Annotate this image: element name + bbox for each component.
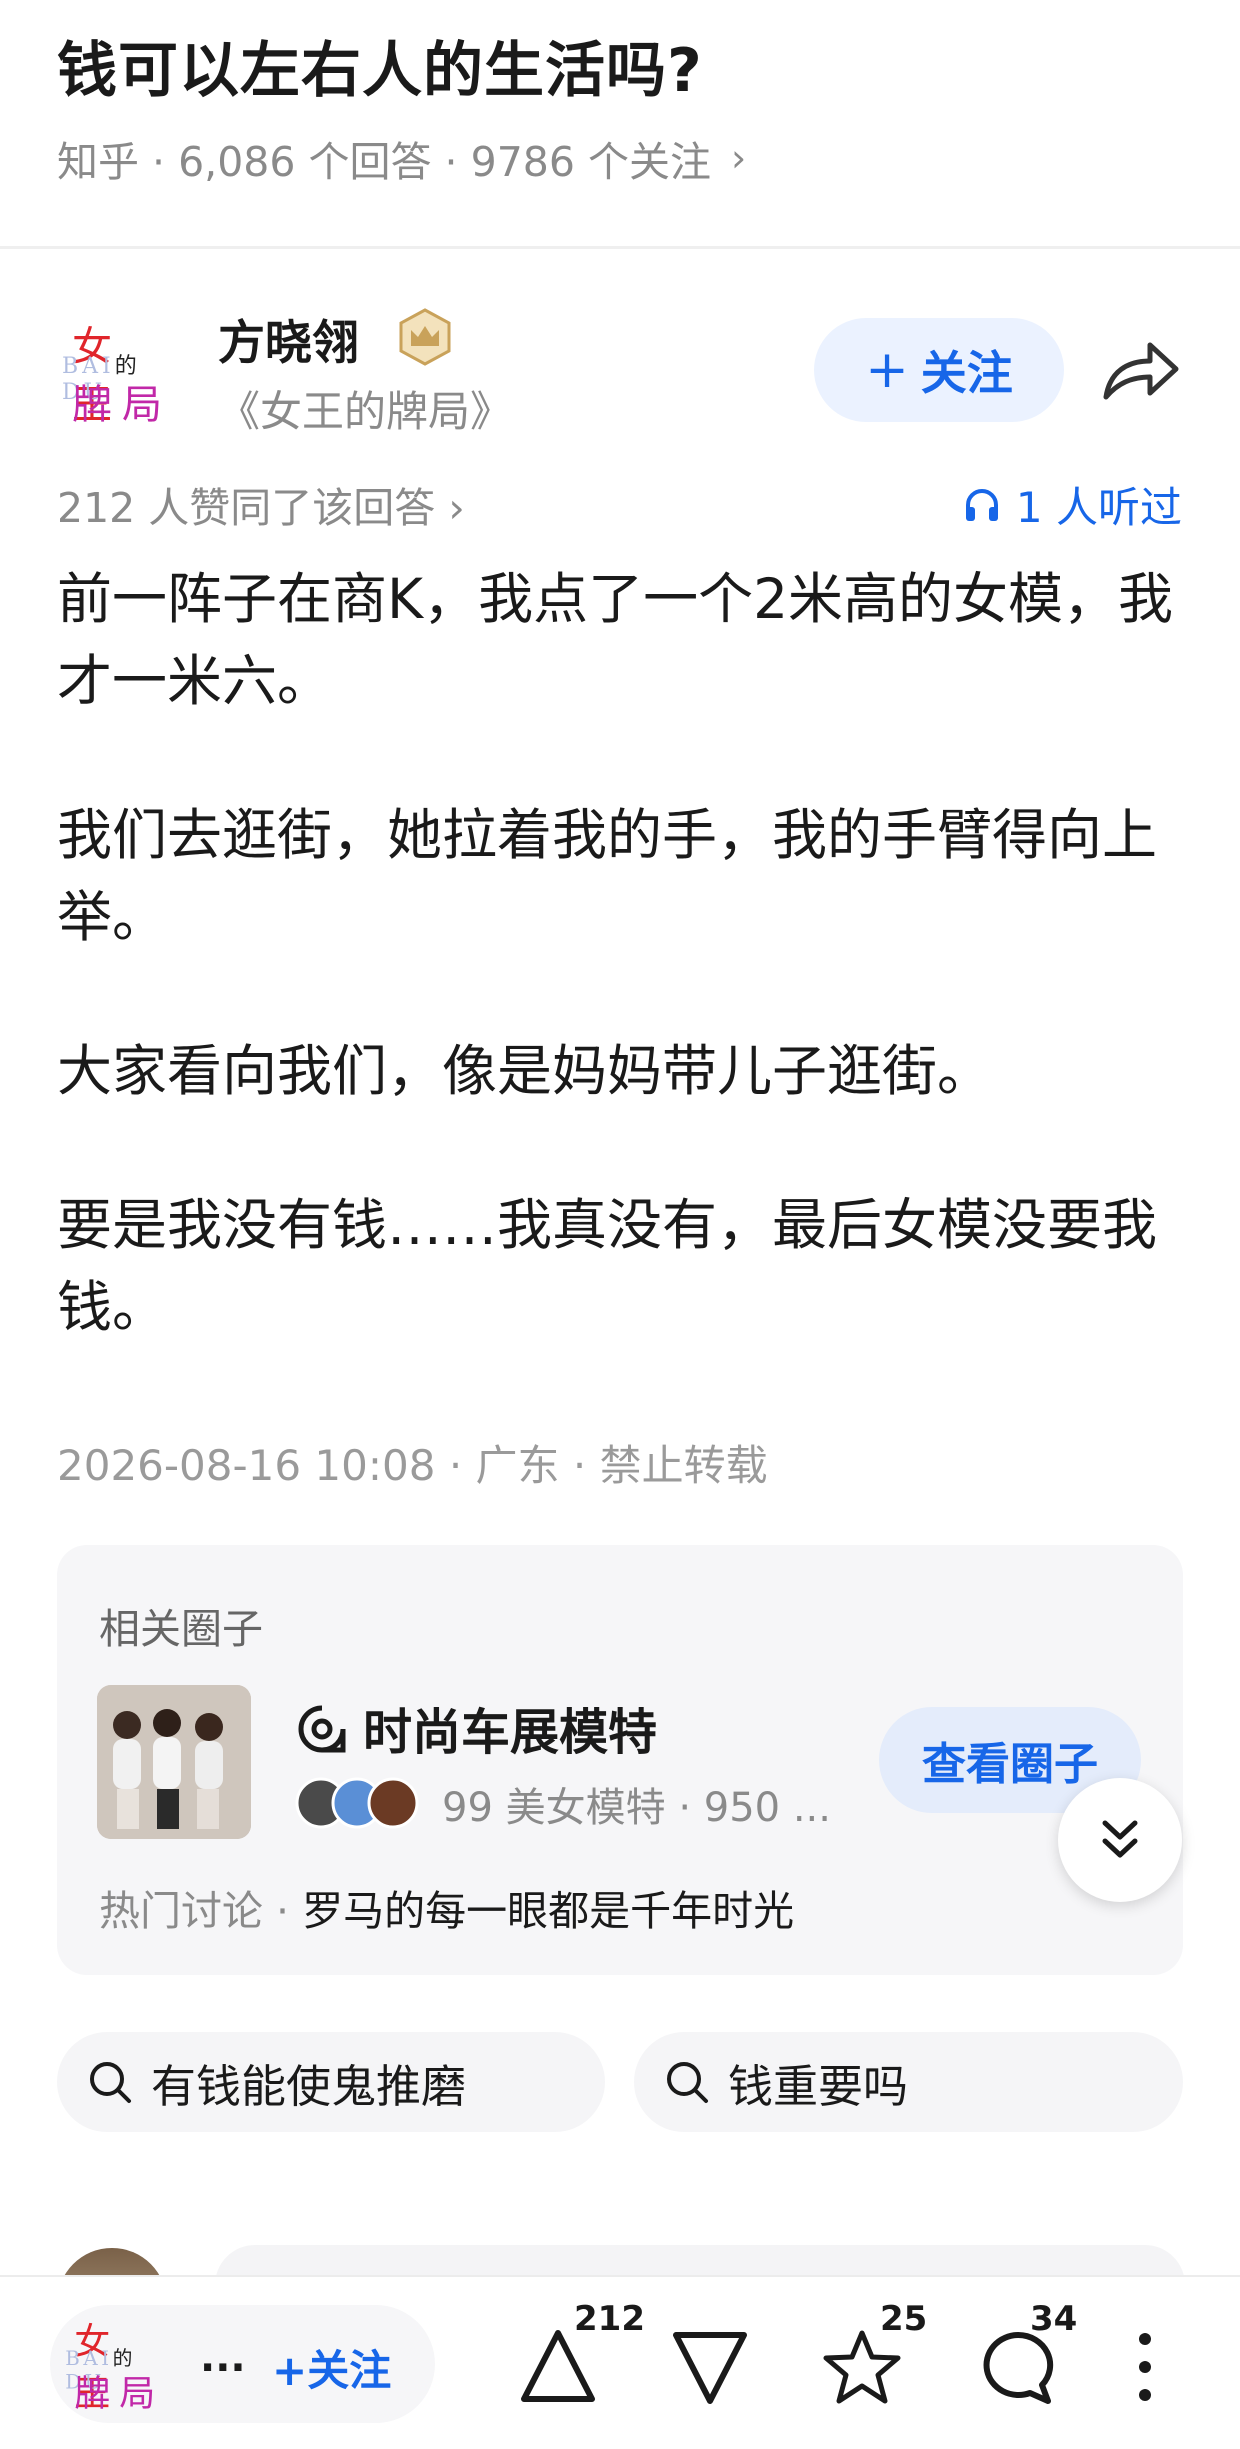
search-icon (667, 2062, 708, 2103)
more-icon[interactable] (1130, 2329, 1160, 2405)
crown-badge-icon (399, 308, 451, 366)
author-name[interactable]: 方晓翎 (218, 304, 359, 373)
author-avatar[interactable]: 女王 BAI的DU 牌局 (54, 304, 184, 428)
bottom-author-avatar[interactable]: 女王 BAI的DU 牌局 (58, 2303, 175, 2415)
upvote-icon[interactable] (518, 2327, 598, 2407)
avatar-logo-bottom: 牌局 (72, 382, 172, 428)
search-chip-label: 有钱能使鬼推磨 (151, 2059, 467, 2113)
downvote-icon[interactable] (670, 2327, 750, 2407)
avatar-logo-bottom: 牌局 (74, 2373, 165, 2415)
related-search-chip[interactable]: 钱重要吗 (634, 2032, 1183, 2132)
bottom-author-chip[interactable]: 女王 BAI的DU 牌局 ... +关注 (50, 2305, 435, 2423)
answer-paragraph: 我们去逛街，她拉着我的手，我的手臂得向上举。 (57, 803, 1158, 949)
listen-link[interactable]: 1 人听过 (962, 474, 1182, 535)
answer-paragraph: 大家看向我们，像是妈妈带儿子逛街。 (57, 1039, 993, 1103)
upvote-count: 212 (574, 2299, 645, 2339)
follow-button[interactable]: + 关注 (814, 318, 1064, 422)
plus-icon: + (865, 340, 909, 400)
follow-label: 关注 (920, 346, 1013, 400)
related-circle-card[interactable]: 相关圈子 时尚车展模特 99 美女模特 · 950 ... 查看圈子 热门讨论 … (57, 1545, 1183, 1975)
share-icon[interactable] (1100, 335, 1182, 405)
double-chevron-down-icon (1102, 1820, 1138, 1858)
card-title: 相关圈子 (99, 1605, 263, 1653)
bottom-follow-button[interactable]: +关注 (272, 2337, 391, 2398)
favorite-count: 25 (880, 2299, 928, 2339)
comment-count: 34 (1030, 2299, 1078, 2339)
hot-prefix: 热门讨论 · (99, 1887, 303, 1935)
circle-thumbnail (97, 1685, 251, 1839)
question-meta[interactable]: 知乎 · 6,086 个回答 · 9786 个关注 › (57, 128, 746, 188)
search-icon (90, 2062, 131, 2103)
answer-timestamp: 2026-08-16 10:08 · 广东 · 禁止转载 (57, 1441, 768, 1490)
vote-summary[interactable]: 212 人赞同了该回答 › (57, 474, 465, 534)
search-chip-label: 钱重要吗 (728, 2059, 909, 2113)
chevron-right-icon: › (730, 136, 747, 180)
hot-topic: 罗马的每一眼都是千年时光 (302, 1887, 795, 1935)
question-stats: 知乎 · 6,086 个回答 · 9786 个关注 (57, 138, 711, 186)
answer-paragraph: 要是我没有钱……我真没有，最后女模没要我钱。 (57, 1193, 1158, 1339)
question-title[interactable]: 钱可以左右人的生活吗? (57, 22, 703, 109)
listen-count: 1 人听过 (1015, 483, 1182, 532)
headphones-icon (965, 488, 998, 521)
scroll-next-button[interactable] (1058, 1778, 1182, 1902)
comment-icon[interactable] (978, 2327, 1058, 2407)
star-icon[interactable] (822, 2327, 902, 2407)
circle-stats: 99 美女模特 · 950 ... (442, 1785, 831, 1831)
author-bio: 《女王的牌局》 (218, 387, 513, 436)
circle-icon (298, 1705, 346, 1752)
circle-name-text: 时尚车展模特 (363, 1704, 658, 1761)
hot-discussion[interactable]: 热门讨论 · 罗马的每一眼都是千年时光 (99, 1877, 794, 1937)
bottom-action-bar: 女王 BAI的DU 牌局 ... +关注 212 25 34 (0, 2275, 1240, 2449)
member-avatars (295, 1777, 419, 1829)
related-search-chip[interactable]: 有钱能使鬼推磨 (57, 2032, 605, 2132)
author-name-truncated: ... (200, 2335, 246, 2381)
circle-name[interactable]: 时尚车展模特 (297, 1693, 657, 1764)
answer-paragraph: 前一阵子在商K，我点了一个2米高的女模，我才一米六。 (57, 567, 1174, 713)
divider (0, 246, 1240, 249)
